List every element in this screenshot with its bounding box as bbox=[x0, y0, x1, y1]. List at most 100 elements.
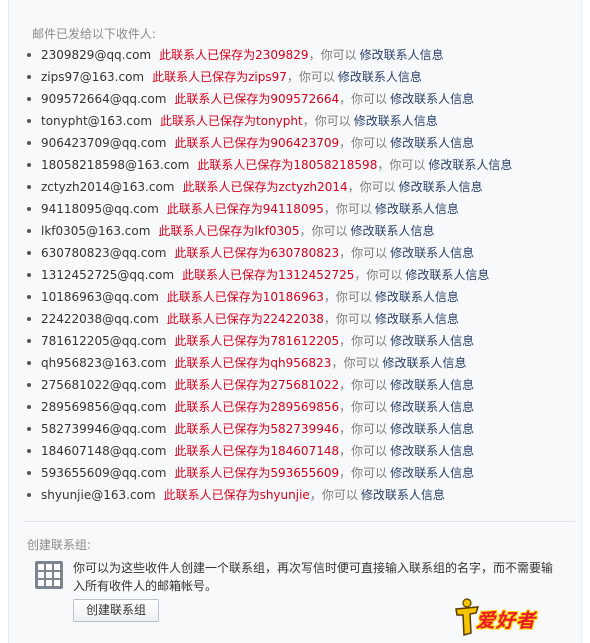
recipient-email: shyunjie@163.com bbox=[41, 488, 156, 502]
recipient-row: tonypht@163.com 此联系人已保存为tonypht，你可以 修改联系人信… bbox=[27, 110, 579, 132]
you-can-text: ，你可以 bbox=[323, 202, 372, 216]
edit-contact-link[interactable]: 修改联系人信息 bbox=[361, 488, 445, 502]
edit-contact-link[interactable]: 修改联系人信息 bbox=[338, 70, 422, 84]
recipient-row: 10186963@qq.com 此联系人已保存为10186963，你可以 修改联系人… bbox=[27, 286, 579, 308]
bullet-icon bbox=[27, 228, 31, 233]
grid-icon bbox=[35, 561, 63, 589]
you-can-text: ，你可以 bbox=[347, 180, 396, 194]
recipient-email: 906423709@qq.com bbox=[41, 136, 167, 150]
saved-notice: 此联系人已保存为582739946 bbox=[174, 422, 340, 436]
edit-contact-link[interactable]: 修改联系人信息 bbox=[375, 312, 459, 326]
edit-contact-link[interactable]: 修改联系人信息 bbox=[390, 246, 474, 260]
you-can-text: ，你可以 bbox=[339, 334, 388, 348]
recipient-email: qh956823@163.com bbox=[41, 356, 167, 370]
bullet-icon bbox=[27, 272, 31, 277]
you-can-text: ，你可以 bbox=[309, 488, 358, 502]
sent-heading: 邮件已发给以下收件人: bbox=[32, 27, 157, 41]
bullet-icon bbox=[27, 382, 31, 387]
edit-contact-link[interactable]: 修改联系人信息 bbox=[382, 356, 466, 370]
recipient-email: 22422038@qq.com bbox=[41, 312, 159, 326]
recipient-row: 184607148@qq.com 此联系人已保存为184607148，你可以 修改联… bbox=[27, 440, 579, 462]
recipient-email: 18058218598@163.com bbox=[41, 158, 190, 172]
you-can-text: ，你可以 bbox=[308, 48, 357, 62]
recipient-email: 275681022@qq.com bbox=[41, 378, 167, 392]
divider bbox=[23, 521, 575, 522]
recipient-row: zips97@163.com 此联系人已保存为zips97，你可以 修改联系人信息 bbox=[27, 66, 579, 88]
bullet-icon bbox=[27, 316, 31, 321]
recipient-email: zctyzh2014@163.com bbox=[41, 180, 175, 194]
recipient-row: 582739946@qq.com 此联系人已保存为582739946，你可以 修改联… bbox=[27, 418, 579, 440]
recipient-email: 582739946@qq.com bbox=[41, 422, 167, 436]
bullet-icon bbox=[27, 140, 31, 145]
recipient-list: 2309829@qq.com 此联系人已保存为2309829，你可以 修改联系人信息… bbox=[27, 44, 579, 506]
saved-notice: 此联系人已保存为tonypht bbox=[160, 114, 303, 128]
recipient-email: 909572664@qq.com bbox=[41, 92, 167, 106]
edit-contact-link[interactable]: 修改联系人信息 bbox=[390, 334, 474, 348]
saved-notice: 此联系人已保存为zctyzh2014 bbox=[182, 180, 348, 194]
edit-contact-link[interactable]: 修改联系人信息 bbox=[428, 158, 512, 172]
edit-contact-link[interactable]: 修改联系人信息 bbox=[375, 202, 459, 216]
bullet-icon bbox=[27, 338, 31, 343]
edit-contact-link[interactable]: 修改联系人信息 bbox=[390, 422, 474, 436]
you-can-text: ，你可以 bbox=[339, 444, 388, 458]
saved-notice: 此联系人已保存为94118095 bbox=[166, 202, 324, 216]
bullet-icon bbox=[27, 118, 31, 123]
saved-notice: 此联系人已保存为630780823 bbox=[174, 246, 340, 260]
recipient-row: 22422038@qq.com 此联系人已保存为22422038，你可以 修改联系人… bbox=[27, 308, 579, 330]
edit-contact-link[interactable]: 修改联系人信息 bbox=[390, 136, 474, 150]
edit-contact-link[interactable]: 修改联系人信息 bbox=[390, 92, 474, 106]
watermark-text: 爱好者 bbox=[476, 610, 537, 632]
recipient-email: 630780823@qq.com bbox=[41, 246, 167, 260]
edit-contact-link[interactable]: 修改联系人信息 bbox=[360, 48, 444, 62]
recipient-email: tonypht@163.com bbox=[41, 114, 153, 128]
recipient-email: 10186963@qq.com bbox=[41, 290, 159, 304]
edit-contact-link[interactable]: 修改联系人信息 bbox=[375, 290, 459, 304]
edit-contact-link[interactable]: 修改联系人信息 bbox=[350, 224, 434, 238]
edit-contact-link[interactable]: 修改联系人信息 bbox=[390, 400, 474, 414]
saved-notice: 此联系人已保存为593655609 bbox=[174, 466, 340, 480]
create-group-button[interactable]: 创建联系组 bbox=[73, 599, 159, 622]
bullet-icon bbox=[27, 184, 31, 189]
saved-notice: 此联系人已保存为10186963 bbox=[166, 290, 324, 304]
saved-notice: 此联系人已保存为lkf0305 bbox=[158, 224, 300, 238]
edit-contact-link[interactable]: 修改联系人信息 bbox=[390, 444, 474, 458]
saved-notice: 此联系人已保存为1312452725 bbox=[182, 268, 355, 282]
recipient-row: qh956823@163.com 此联系人已保存为qh956823，你可以 修改联系… bbox=[27, 352, 579, 374]
recipient-row: zctyzh2014@163.com 此联系人已保存为zctyzh2014，你可以… bbox=[27, 176, 579, 198]
recipient-row: 94118095@qq.com 此联系人已保存为94118095，你可以 修改联系人… bbox=[27, 198, 579, 220]
bullet-icon bbox=[27, 294, 31, 299]
you-can-text: ，你可以 bbox=[339, 466, 388, 480]
recipient-email: 593655609@qq.com bbox=[41, 466, 167, 480]
saved-notice: 此联系人已保存为909572664 bbox=[174, 92, 340, 106]
you-can-text: ，你可以 bbox=[339, 136, 388, 150]
recipient-row: 906423709@qq.com 此联系人已保存为906423709，你可以 修改联… bbox=[27, 132, 579, 154]
edit-contact-link[interactable]: 修改联系人信息 bbox=[354, 114, 438, 128]
recipient-row: 289569856@qq.com 此联系人已保存为289569856，你可以 修改联… bbox=[27, 396, 579, 418]
recipient-email: zips97@163.com bbox=[41, 70, 145, 84]
saved-notice: 此联系人已保存为zips97 bbox=[152, 70, 287, 84]
you-can-text: ，你可以 bbox=[339, 400, 388, 414]
edit-contact-link[interactable]: 修改联系人信息 bbox=[405, 268, 489, 282]
you-can-text: ，你可以 bbox=[377, 158, 426, 172]
edit-contact-link[interactable]: 修改联系人信息 bbox=[390, 378, 474, 392]
recipient-email: 1312452725@qq.com bbox=[41, 268, 175, 282]
bullet-icon bbox=[27, 206, 31, 211]
edit-contact-link[interactable]: 修改联系人信息 bbox=[399, 180, 483, 194]
saved-notice: 此联系人已保存为289569856 bbox=[174, 400, 340, 414]
recipient-row: 630780823@qq.com 此联系人已保存为630780823，你可以 修改联… bbox=[27, 242, 579, 264]
sent-result-panel: 邮件已发给以下收件人: 2309829@qq.com 此联系人已保存为230982… bbox=[8, 0, 582, 643]
bullet-icon bbox=[27, 470, 31, 475]
edit-contact-link[interactable]: 修改联系人信息 bbox=[390, 466, 474, 480]
bullet-icon bbox=[27, 96, 31, 101]
you-can-text: ，你可以 bbox=[339, 378, 388, 392]
bullet-icon bbox=[27, 448, 31, 453]
recipient-email: 2309829@qq.com bbox=[41, 48, 152, 62]
saved-notice: 此联系人已保存为906423709 bbox=[174, 136, 340, 150]
recipient-row: 275681022@qq.com 此联系人已保存为275681022，你可以 修改联… bbox=[27, 374, 579, 396]
recipient-row: 909572664@qq.com 此联系人已保存为909572664，你可以 修改联… bbox=[27, 88, 579, 110]
bullet-icon bbox=[27, 404, 31, 409]
you-can-text: ，你可以 bbox=[302, 114, 351, 128]
you-can-text: ，你可以 bbox=[339, 92, 388, 106]
you-can-text: ，你可以 bbox=[323, 290, 372, 304]
recipient-row: 593655609@qq.com 此联系人已保存为593655609，你可以 修改联… bbox=[27, 462, 579, 484]
